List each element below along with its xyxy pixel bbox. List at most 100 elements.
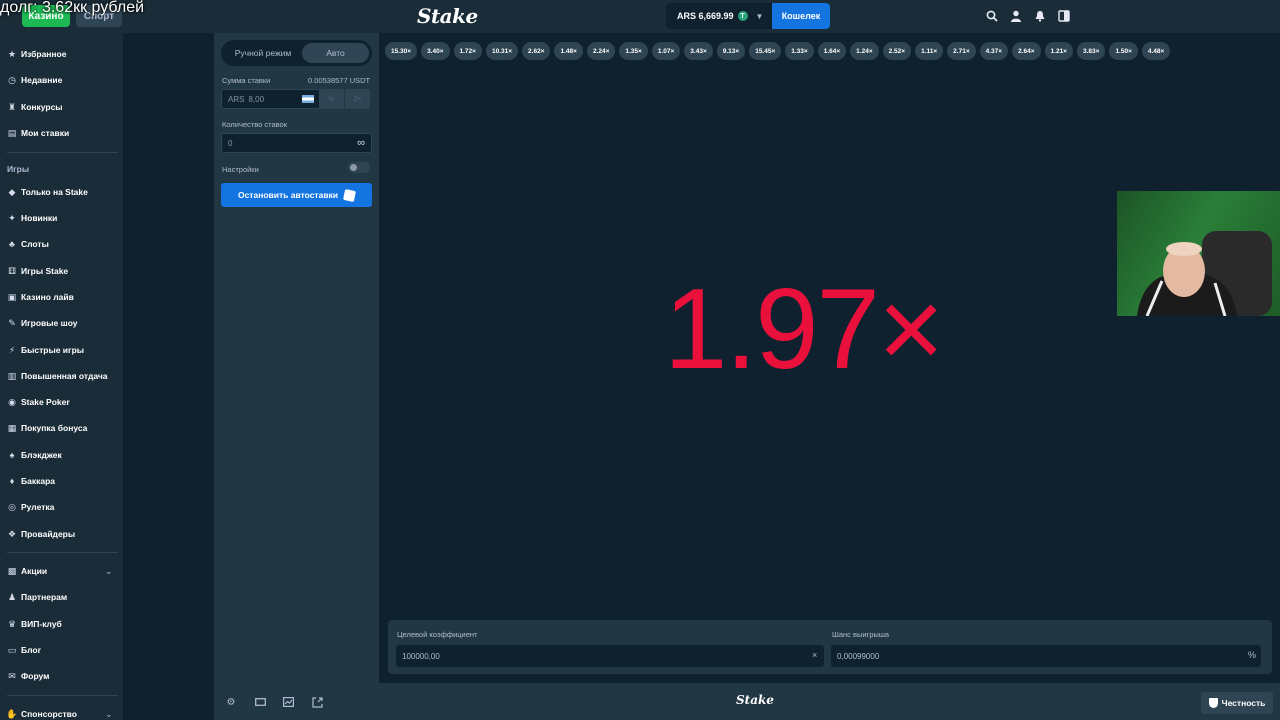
providers-icon: ❖ (7, 528, 17, 539)
history-pill[interactable]: 2.24× (586, 42, 616, 60)
double-bet-button[interactable]: 2× (345, 89, 370, 109)
popout-icon[interactable] (311, 696, 323, 708)
history-pill[interactable]: 2.52× (882, 42, 912, 60)
bet-control-panel: Ручной режим Авто Сумма ставки 0.0053857… (214, 33, 379, 683)
history-pill[interactable]: 15.45× (749, 42, 782, 60)
sidebar-item-high-rtp[interactable]: ▥ Повышенная отдача (7, 368, 108, 384)
bet-count-value: 0 (228, 138, 233, 148)
history-pill[interactable]: 10.31× (485, 42, 519, 60)
sidebar-item-affiliates[interactable]: ♟ Партнерам (7, 589, 67, 605)
history-pill[interactable]: 1.33× (785, 42, 814, 60)
sidebar-item-sponsorship[interactable]: ✋ Спонсорство (6, 706, 77, 720)
clock-icon: ◷ (8, 74, 16, 85)
sidebar-item-forum[interactable]: ✉ Форум (7, 668, 49, 684)
chevron-down-icon[interactable]: ⌄ (105, 566, 113, 577)
theatre-mode-icon[interactable] (254, 696, 266, 708)
history-pill[interactable]: 3.40× (421, 42, 450, 60)
sidebar-item-new[interactable]: ✦ Новинки (7, 210, 57, 226)
history-pill[interactable]: 2.64× (1012, 42, 1041, 60)
tether-coin-icon: T (737, 11, 748, 21)
win-chance-label: Шанс выигрыша (832, 630, 890, 639)
sidebar-item-game-shows[interactable]: ✎ Игровые шоу (7, 315, 77, 331)
history-pill[interactable]: 1.35× (619, 42, 648, 60)
history-pill[interactable]: 1.50× (1109, 42, 1138, 60)
stop-autobet-button[interactable]: Остановить автоставки (221, 183, 372, 207)
wallet-button[interactable]: Кошелек (772, 3, 830, 29)
half-bet-button[interactable]: ½ (319, 89, 344, 109)
sidebar: ★ Избранное ◷ Недавние ♜ Конкурсы ▤ Мои став… (0, 33, 123, 720)
sidebar-item-bonus-buy[interactable]: ▦ Покупка бонуса (7, 420, 88, 436)
sidebar-item-slots[interactable]: ♣ Слоты (7, 236, 49, 252)
sparkle-icon: ✦ (8, 212, 16, 223)
tab-auto[interactable]: Авто (302, 43, 369, 63)
lightning-icon: ⚡ (8, 344, 16, 355)
sidebar-divider (7, 695, 118, 696)
sidebar-item-stake-only[interactable]: ◆ Только на Stake (7, 184, 88, 200)
shield-icon (1208, 698, 1218, 708)
history-pill[interactable]: 9.13× (716, 42, 746, 60)
fairness-button[interactable]: Честность (1201, 692, 1273, 714)
cherry-icon: ♣ (9, 239, 15, 249)
chevron-down-icon[interactable]: ⌄ (105, 709, 113, 720)
history-pill[interactable]: 2.62× (522, 42, 551, 60)
infinity-icon[interactable]: ∞ (357, 137, 365, 149)
bell-icon[interactable] (1033, 9, 1047, 23)
bet-amount-crypto: 0.00538577 USDT (308, 76, 371, 85)
history-pill[interactable]: 1.07× (651, 42, 681, 60)
sidebar-item-live-casino[interactable]: ▣ Казино лайв (7, 289, 74, 305)
tab-manual[interactable]: Ручной режим (224, 43, 302, 63)
stake-logo[interactable]: Stake (417, 4, 478, 28)
history-pill[interactable]: 4.37× (979, 42, 1009, 60)
bet-amount-input[interactable]: ARS 8,00 (221, 89, 323, 109)
sidebar-item-roulette[interactable]: ◎ Рулетка (7, 499, 54, 515)
sidebar-item-providers[interactable]: ❖ Провайдеры (7, 526, 75, 542)
sidebar-item-my-bets[interactable]: ▤ Мои ставки (7, 125, 69, 141)
win-chance-input[interactable]: 0,00099000 % (831, 645, 1261, 667)
history-pill[interactable]: 15.30× (385, 42, 418, 60)
sidebar-item-label: Слоты (21, 239, 49, 249)
history-pill[interactable]: 3.43× (684, 42, 713, 60)
sidebar-item-promotions[interactable]: ▩ Акции (7, 563, 47, 579)
bet-count-input[interactable]: 0 ∞ (221, 133, 372, 153)
history-pill[interactable]: 3.83× (1076, 42, 1106, 60)
sidebar-item-label: Конкурсы (21, 102, 63, 112)
balance-amount: ARS 6,669.99 (677, 11, 734, 21)
sidebar-item-blackjack[interactable]: ♠ Блэкджек (7, 447, 62, 463)
bet-amount-value: 8,00 (248, 94, 265, 104)
search-icon[interactable] (985, 9, 999, 23)
dice-icon: ⚅ (8, 265, 16, 276)
sidebar-item-contests[interactable]: ♜ Конкурсы (7, 99, 63, 115)
sidebar-item-stake-games[interactable]: ⚅ Игры Stake (7, 263, 68, 279)
history-pill[interactable]: 1.72× (453, 42, 482, 60)
history-pill[interactable]: 1.48× (554, 42, 583, 60)
bet-count-label: Количество ставок (222, 120, 287, 129)
user-icon[interactable] (1009, 9, 1023, 23)
history-pill[interactable]: 1.21× (1044, 42, 1073, 60)
chat-panel-icon[interactable] (1057, 9, 1071, 23)
sidebar-item-label: Казино лайв (21, 292, 74, 302)
stats-chart-icon[interactable] (282, 696, 294, 708)
history-pill[interactable]: 2.71× (947, 42, 976, 60)
sidebar-item-stake-poker[interactable]: ◉ Stake Poker (7, 394, 70, 410)
games-heading: Игры (7, 164, 30, 174)
sidebar-item-recent[interactable]: ◷ Недавние (7, 72, 62, 88)
history-strip: 15.30× 3.40× 1.72× 10.31× 2.62× 1.48× 2.… (385, 42, 1171, 60)
sidebar-item-fast-games[interactable]: ⚡ Быстрые игры (7, 342, 84, 358)
target-multiplier-input[interactable]: 100000,00 × (396, 645, 824, 667)
handshake-icon: ✋ (6, 708, 18, 719)
star-icon: ★ (7, 48, 17, 59)
sidebar-item-vip-club[interactable]: ♛ ВИП-клуб (7, 616, 62, 632)
history-pill[interactable]: 4.48× (1141, 42, 1171, 60)
sidebar-item-favorites[interactable]: ★ Избранное (7, 46, 67, 62)
chart-up-icon: ▥ (7, 370, 17, 381)
balance-dropdown[interactable]: ARS 6,669.99 T ▼ (666, 3, 772, 29)
settings-toggle[interactable] (348, 162, 370, 173)
history-pill[interactable]: 1.11× (915, 42, 944, 60)
sidebar-item-blog[interactable]: ▭ Блог (7, 642, 41, 658)
mode-toggle: Ручной режим Авто (221, 40, 372, 66)
sidebar-item-baccarat[interactable]: ♦ Баккара (7, 473, 55, 489)
gear-icon[interactable]: ⚙ (225, 696, 237, 708)
result-multiplier: 1.97× (664, 266, 944, 393)
history-pill[interactable]: 1.64× (817, 42, 847, 60)
history-pill[interactable]: 1.24× (850, 42, 879, 60)
